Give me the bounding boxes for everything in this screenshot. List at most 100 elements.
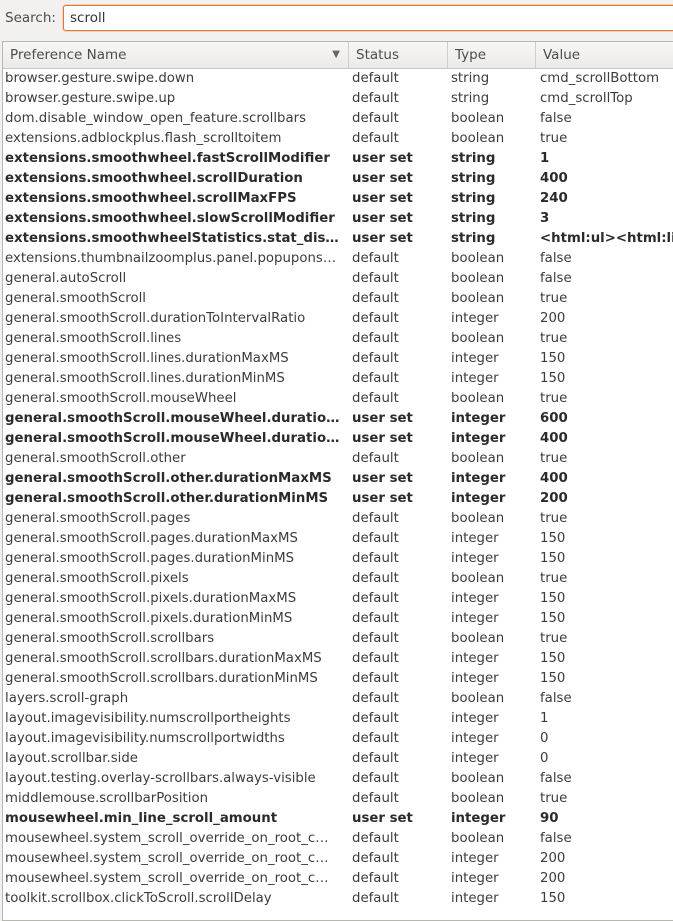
table-row[interactable]: extensions.smoothwheel.slowScrollModifie…: [3, 209, 673, 229]
cell-status: default: [352, 311, 399, 326]
cell-value: false: [540, 251, 572, 266]
table-row[interactable]: extensions.smoothwheelStatistics.stat_di…: [3, 229, 673, 249]
cell-name: general.smoothScroll.durationToIntervalR…: [5, 311, 306, 326]
column-header-label: Preference Name: [10, 47, 127, 63]
table-row[interactable]: general.smoothScroll.scrollbars.duration…: [3, 669, 673, 689]
cell-type: integer: [451, 651, 499, 666]
cell-status: default: [352, 591, 399, 606]
table-row[interactable]: browser.gesture.swipe.down default string c…: [3, 69, 673, 89]
table-row[interactable]: general.smoothScroll.mouseWheel.duration…: [3, 409, 673, 429]
cell-status: default: [352, 651, 399, 666]
table-row[interactable]: general.smoothScroll.scrollbars.duration…: [3, 649, 673, 669]
table-row[interactable]: extensions.smoothwheel.scrollMaxFPS user …: [3, 189, 673, 209]
cell-value: 150: [540, 591, 566, 606]
cell-value: <html:ul><html:li>S: [540, 231, 673, 246]
column-header-label: Value: [543, 47, 581, 63]
column-header-status[interactable]: Status: [349, 42, 448, 68]
cell-status: default: [352, 831, 399, 846]
cell-type: integer: [451, 851, 499, 866]
cell-name: layers.scroll-graph: [5, 691, 129, 706]
cell-value: cmd_scrollTop: [540, 91, 633, 106]
cell-value: 150: [540, 671, 566, 686]
preferences-tree[interactable]: Preference Name ▼ Status Type Value brow…: [2, 41, 673, 921]
column-header-value[interactable]: Value: [536, 42, 673, 68]
cell-type: boolean: [451, 331, 505, 346]
table-row[interactable]: dom.disable_window_open_feature.scrollba…: [3, 109, 673, 129]
table-row[interactable]: toolkit.scrollbox.clickToScroll.scrollDe…: [3, 889, 673, 909]
table-row[interactable]: general.smoothScroll.pages.durationMaxMS…: [3, 529, 673, 549]
table-row[interactable]: layout.imagevisibility.numscrollportheig…: [3, 709, 673, 729]
table-row[interactable]: general.smoothScroll.pixels.durationMinM…: [3, 609, 673, 629]
table-row[interactable]: browser.gesture.swipe.up default string cmd…: [3, 89, 673, 109]
table-row[interactable]: general.smoothScroll.lines default boolean…: [3, 329, 673, 349]
table-row[interactable]: general.smoothScroll.pixels.durationMaxM…: [3, 589, 673, 609]
cell-status: default: [352, 291, 399, 306]
table-row[interactable]: layout.imagevisibility.numscrollportwidt…: [3, 729, 673, 749]
cell-name: extensions.smoothwheel.slowScrollModifie…: [5, 211, 335, 226]
table-row[interactable]: general.smoothScroll.other.durationMinMS…: [3, 489, 673, 509]
table-row[interactable]: mousewheel.system_scroll_override_on_roo…: [3, 869, 673, 889]
table-row[interactable]: layout.scrollbar.side default integer 0: [3, 749, 673, 769]
table-row[interactable]: layers.scroll-graph default boolean false: [3, 689, 673, 709]
cell-value: false: [540, 111, 572, 126]
cell-name: general.smoothScroll.scrollbars.duration…: [5, 671, 318, 686]
column-header-label: Status: [356, 47, 400, 63]
cell-value: 400: [540, 171, 568, 186]
table-row[interactable]: middlemouse.scrollbarPosition default bool…: [3, 789, 673, 809]
cell-name: general.smoothScroll.other.durationMinMS: [5, 491, 329, 506]
cell-status: default: [352, 271, 399, 286]
table-row[interactable]: mousewheel.system_scroll_override_on_roo…: [3, 829, 673, 849]
cell-name: layout.imagevisibility.numscrollportheig…: [5, 711, 291, 726]
table-row[interactable]: general.autoScroll default boolean false: [3, 269, 673, 289]
table-row[interactable]: general.smoothScroll.other default boolean…: [3, 449, 673, 469]
cell-value: 150: [540, 611, 566, 626]
column-header-preference-name[interactable]: Preference Name ▼: [3, 42, 349, 68]
cell-type: string: [451, 91, 490, 106]
cell-type: integer: [451, 471, 506, 486]
cell-status: default: [352, 791, 399, 806]
table-row[interactable]: general.smoothScroll.mouseWheel default bo…: [3, 389, 673, 409]
cell-type: integer: [451, 491, 506, 506]
cell-value: 150: [540, 551, 566, 566]
table-row[interactable]: extensions.smoothwheel.fastScrollModifie…: [3, 149, 673, 169]
cell-status: user set: [352, 431, 413, 446]
table-row[interactable]: general.smoothScroll.durationToIntervalR…: [3, 309, 673, 329]
search-label: Search:: [5, 10, 56, 26]
table-row[interactable]: extensions.adblockplus.flash_scrolltoite…: [3, 129, 673, 149]
cell-status: default: [352, 891, 399, 906]
cell-status: default: [352, 731, 399, 746]
table-row[interactable]: general.smoothScroll.lines.durationMinMS…: [3, 369, 673, 389]
column-header-type[interactable]: Type: [448, 42, 536, 68]
cell-status: default: [352, 691, 399, 706]
cell-name: general.smoothScroll: [5, 291, 147, 306]
table-row[interactable]: general.smoothScroll.scrollbars default bo…: [3, 629, 673, 649]
table-row[interactable]: extensions.thumbnailzoomplus.panel.popup…: [3, 249, 673, 269]
cell-value: true: [540, 291, 568, 306]
cell-name: extensions.smoothwheel.fastScrollModifie…: [5, 151, 330, 166]
table-row[interactable]: extensions.smoothwheel.scrollDuration use…: [3, 169, 673, 189]
cell-name: general.smoothScroll.other.durationMaxMS: [5, 471, 332, 486]
table-row[interactable]: mousewheel.system_scroll_override_on_roo…: [3, 849, 673, 869]
cell-status: user set: [352, 811, 413, 826]
cell-name: extensions.thumbnailzoomplus.panel.popup…: [5, 251, 337, 266]
cell-value: 200: [540, 871, 566, 886]
cell-name: general.smoothScroll.mouseWheel.duration…: [5, 411, 345, 426]
table-row[interactable]: general.smoothScroll.pages default boolean…: [3, 509, 673, 529]
table-row[interactable]: general.smoothScroll default boolean true: [3, 289, 673, 309]
table-row[interactable]: general.smoothScroll.pixels default boolea…: [3, 569, 673, 589]
table-row[interactable]: general.smoothScroll.other.durationMaxMS…: [3, 469, 673, 489]
cell-name: general.smoothScroll.pixels.durationMinM…: [5, 611, 293, 626]
cell-value: true: [540, 391, 568, 406]
cell-value: true: [540, 451, 568, 466]
table-row[interactable]: general.smoothScroll.lines.durationMaxMS…: [3, 349, 673, 369]
table-row[interactable]: general.smoothScroll.mouseWheel.duration…: [3, 429, 673, 449]
cell-name: layout.scrollbar.side: [5, 751, 138, 766]
search-input[interactable]: [63, 5, 673, 31]
cell-name: dom.disable_window_open_feature.scrollba…: [5, 111, 307, 126]
table-row[interactable]: layout.testing.overlay-scrollbars.always…: [3, 769, 673, 789]
cell-value: 3: [540, 211, 550, 226]
cell-name: general.smoothScroll.lines: [5, 331, 182, 346]
cell-name: general.smoothScroll.lines.durationMaxMS: [5, 351, 289, 366]
table-row[interactable]: mousewheel.min_line_scroll_amount user se…: [3, 809, 673, 829]
table-row[interactable]: general.smoothScroll.pages.durationMinMS…: [3, 549, 673, 569]
